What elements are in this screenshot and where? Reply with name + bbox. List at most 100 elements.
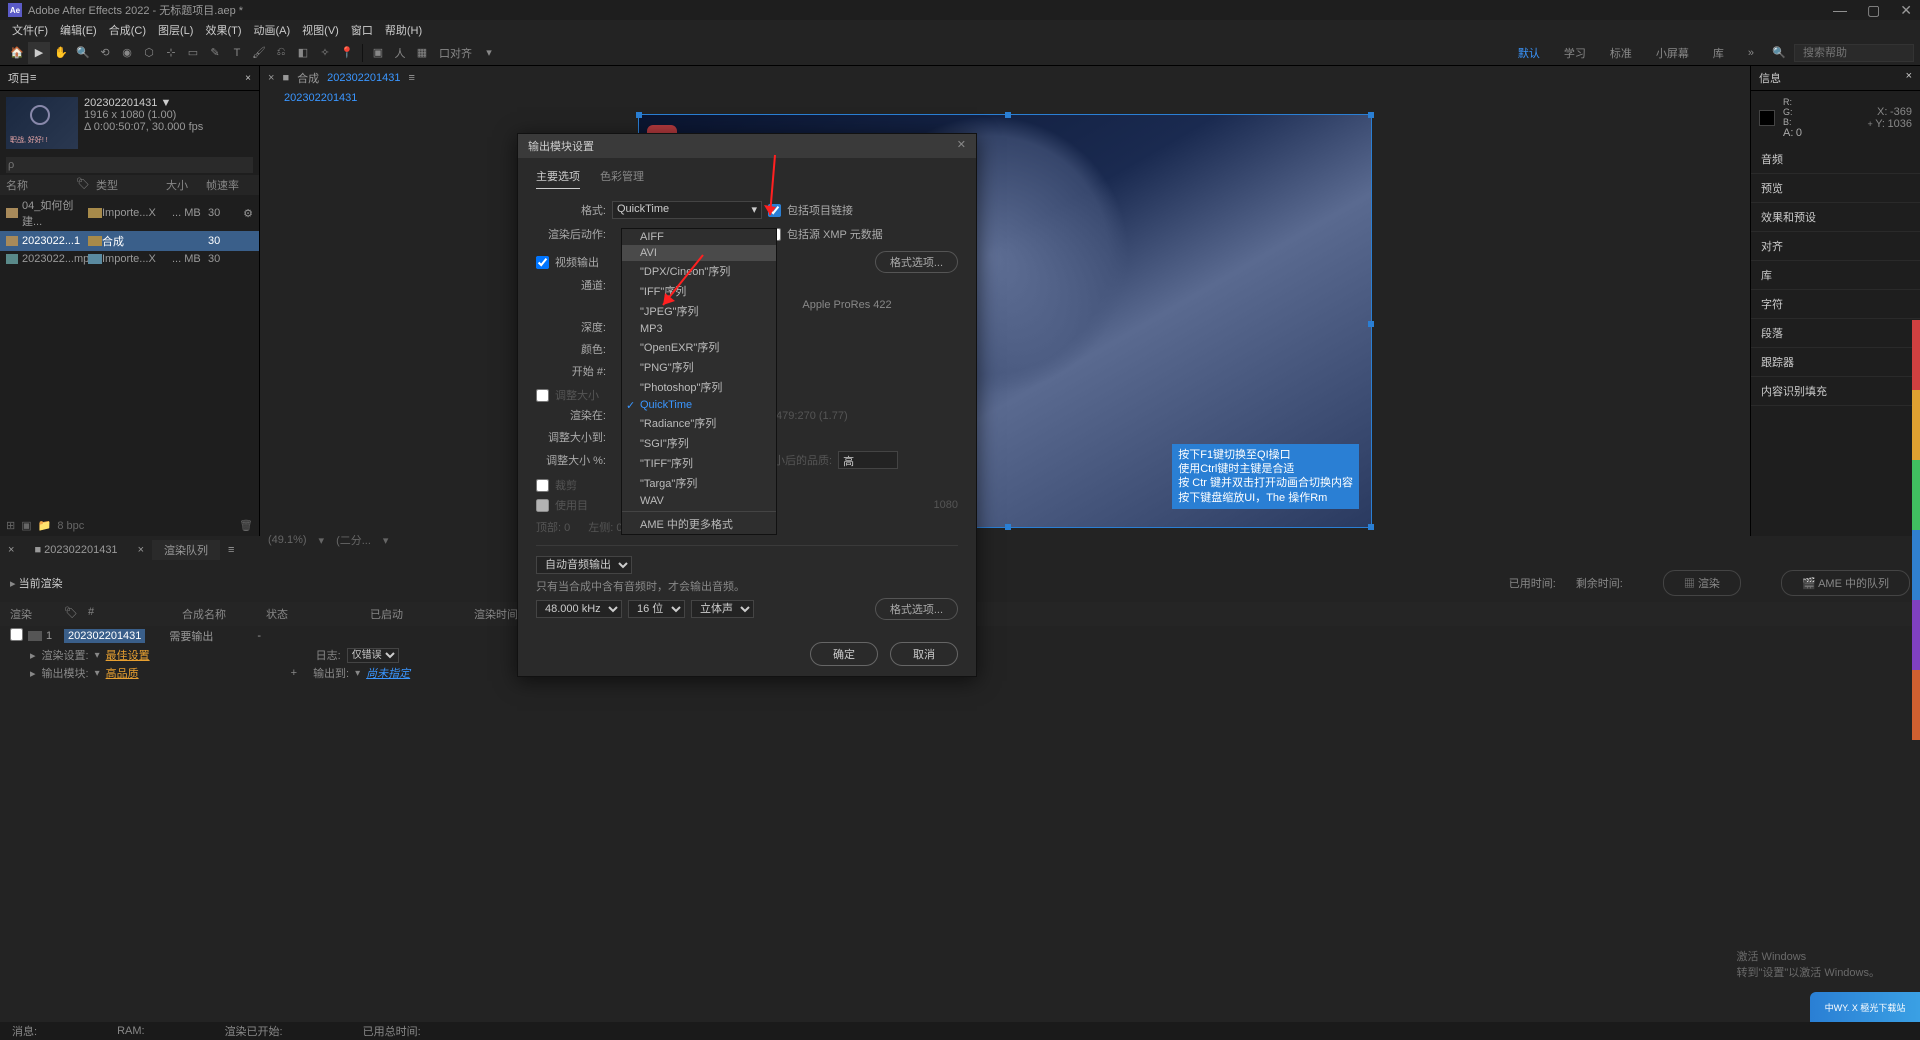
timeline-tab[interactable]: ■ 202302201431	[22, 542, 129, 558]
format-option[interactable]: AVI	[622, 245, 776, 261]
menu-layer[interactable]: 图层(L)	[152, 22, 199, 38]
panel-effects[interactable]: 效果和预设	[1751, 203, 1920, 232]
snap-toggle[interactable]: 口对齐	[433, 45, 478, 61]
render-queue-tab[interactable]: 渲染队列	[152, 540, 220, 560]
close-icon[interactable]: ✕	[1900, 2, 1912, 19]
minimize-icon[interactable]: —	[1833, 2, 1847, 19]
output-to-link[interactable]: 尚未指定	[366, 665, 410, 681]
orbit-tool-icon[interactable]: ⟲	[94, 42, 116, 64]
tab-color-management[interactable]: 色彩管理	[600, 168, 644, 189]
new-comp-icon[interactable]: ▣	[21, 519, 31, 532]
shape-tool-icon[interactable]: ▭	[182, 42, 204, 64]
format-option[interactable]: "JPEG"序列	[622, 301, 776, 321]
project-search-input[interactable]	[6, 157, 253, 173]
workspace-library[interactable]: 库	[1703, 43, 1734, 63]
crop-checkbox[interactable]	[536, 479, 549, 492]
comp-panel-name[interactable]: 202302201431	[327, 72, 400, 84]
format-option[interactable]: "TIFF"序列	[622, 453, 776, 473]
home-icon[interactable]: 🏠	[6, 42, 28, 64]
new-folder-icon[interactable]: 📁	[38, 519, 52, 532]
roto-tool-icon[interactable]: ✧	[314, 42, 336, 64]
format-option-more[interactable]: AME 中的更多格式	[622, 514, 776, 534]
bit-depth-select[interactable]: 16 位	[628, 600, 685, 618]
format-option[interactable]: "Targa"序列	[622, 473, 776, 493]
menu-file[interactable]: 文件(F)	[6, 22, 54, 38]
project-item[interactable]: 2023022...mp4 Importe...X ... MB 30	[0, 251, 259, 267]
selection-tool-icon[interactable]: ▶	[28, 42, 50, 64]
format-option[interactable]: "Photoshop"序列	[622, 377, 776, 397]
format-option[interactable]: MP3	[622, 321, 776, 337]
format-option[interactable]: "IFF"序列	[622, 281, 776, 301]
mode-icon-1[interactable]: ▣	[367, 42, 389, 64]
help-search-input[interactable]	[1794, 44, 1914, 62]
render-button[interactable]: ▦ 渲染	[1663, 570, 1741, 596]
info-panel-tab[interactable]: 信息×	[1751, 66, 1920, 91]
format-option[interactable]: QuickTime	[622, 397, 776, 413]
menu-view[interactable]: 视图(V)	[296, 22, 345, 38]
rotation-tool-icon[interactable]: ◉	[116, 42, 138, 64]
panel-character[interactable]: 字符	[1751, 290, 1920, 319]
panel-tracker[interactable]: 跟踪器	[1751, 348, 1920, 377]
format-option[interactable]: "DPX/Cineon"序列	[622, 261, 776, 281]
channels-select[interactable]: 立体声	[691, 600, 754, 618]
bits-toggle[interactable]: 8 bpc	[57, 520, 84, 532]
clone-tool-icon[interactable]: ⎌	[270, 42, 292, 64]
format-select[interactable]: QuickTime ▾	[612, 201, 762, 219]
format-option[interactable]: "Radiance"序列	[622, 413, 776, 433]
workspace-small[interactable]: 小屏幕	[1646, 43, 1699, 63]
tab-main-options[interactable]: 主要选项	[536, 168, 580, 189]
workspace-more-icon[interactable]: »	[1738, 45, 1764, 61]
panel-audio[interactable]: 音频	[1751, 145, 1920, 174]
audio-output-select[interactable]: 自动音频输出	[536, 556, 632, 574]
panel-paragraph[interactable]: 段落	[1751, 319, 1920, 348]
mode-icon-2[interactable]: 人	[389, 42, 411, 64]
log-select[interactable]: 仅错误	[347, 648, 399, 663]
cancel-button[interactable]: 取消	[890, 642, 958, 666]
include-link-checkbox[interactable]	[768, 204, 781, 217]
camera-tool-icon[interactable]: ⬡	[138, 42, 160, 64]
video-output-checkbox[interactable]	[536, 256, 549, 269]
snap-option-icon[interactable]: ▾	[478, 42, 500, 64]
menu-edit[interactable]: 编辑(E)	[54, 22, 103, 38]
pen-tool-icon[interactable]: ✎	[204, 42, 226, 64]
maximize-icon[interactable]: ▢	[1867, 2, 1880, 19]
zoom-tool-icon[interactable]: 🔍	[72, 42, 94, 64]
project-item[interactable]: 04_如何创建... Importe...X ... MB 30 ⚙	[0, 195, 259, 231]
menu-composition[interactable]: 合成(C)	[103, 22, 152, 38]
workspace-learn[interactable]: 学习	[1554, 43, 1596, 63]
panel-preview[interactable]: 预览	[1751, 174, 1920, 203]
text-tool-icon[interactable]: T	[226, 42, 248, 64]
panel-content-aware[interactable]: 内容识别填充	[1751, 377, 1920, 406]
project-panel-tab[interactable]: 项目 ≡×	[0, 66, 259, 91]
ok-button[interactable]: 确定	[810, 642, 878, 666]
format-option[interactable]: AIFF	[622, 229, 776, 245]
panel-align[interactable]: 对齐	[1751, 232, 1920, 261]
hand-tool-icon[interactable]: ✋	[50, 42, 72, 64]
interpret-icon[interactable]: ⊞	[6, 519, 15, 532]
output-module-link[interactable]: 高品质	[106, 665, 139, 681]
format-options-button[interactable]: 格式选项...	[875, 251, 958, 273]
menu-effect[interactable]: 效果(T)	[199, 22, 247, 38]
comp-panel-close-icon[interactable]: ×	[268, 72, 274, 84]
mode-icon-3[interactable]: ▦	[411, 42, 433, 64]
puppet-tool-icon[interactable]: 📍	[336, 42, 358, 64]
format-option[interactable]: "OpenEXR"序列	[622, 337, 776, 357]
render-settings-link[interactable]: 最佳设置	[106, 647, 150, 663]
workspace-standard[interactable]: 标准	[1600, 43, 1642, 63]
menu-help[interactable]: 帮助(H)	[379, 22, 428, 38]
render-item-checkbox[interactable]	[10, 628, 23, 641]
menu-window[interactable]: 窗口	[345, 22, 379, 38]
sample-rate-select[interactable]: 48.000 kHz	[536, 600, 622, 618]
trash-icon[interactable]: 🗑	[239, 519, 253, 532]
search-icon[interactable]: 🔍	[1768, 42, 1790, 64]
menu-animation[interactable]: 动画(A)	[248, 22, 297, 38]
ame-queue-button[interactable]: 🎬 AME 中的队列	[1781, 570, 1910, 596]
resize-checkbox[interactable]	[536, 389, 549, 402]
panel-close-icon[interactable]: ×	[8, 544, 14, 556]
format-option[interactable]: WAV	[622, 493, 776, 509]
format-option[interactable]: "SGI"序列	[622, 433, 776, 453]
workspace-default[interactable]: 默认	[1508, 43, 1550, 63]
resize-quality-select[interactable]: 高	[838, 451, 898, 469]
tab-close-icon[interactable]: ×	[138, 544, 144, 556]
panel-libraries[interactable]: 库	[1751, 261, 1920, 290]
